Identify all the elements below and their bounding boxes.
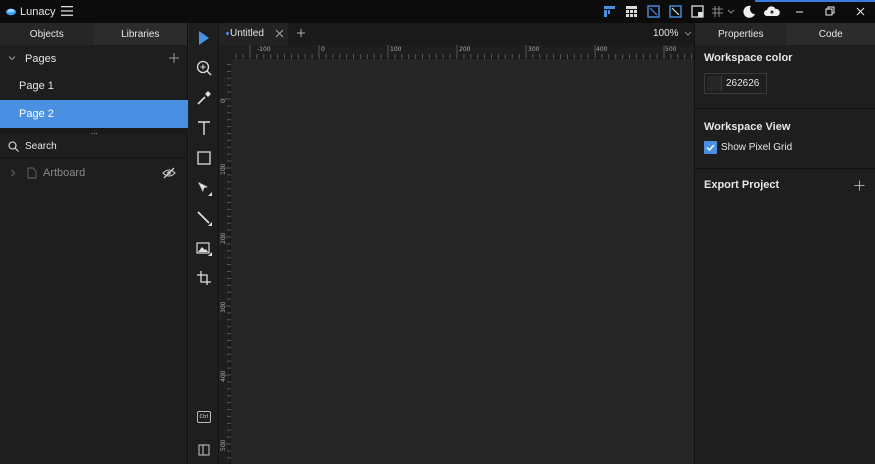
chevron-right-icon[interactable] — [10, 169, 16, 177]
close-window-icon[interactable] — [853, 4, 868, 19]
document-title: Untitled — [230, 28, 264, 39]
vertical-ruler[interactable]: 0 100 200 300 400 500 — [220, 59, 231, 464]
line-tool-icon[interactable] — [195, 209, 213, 227]
horizontal-ruler[interactable]: -100 0 100 200 300 400 500 — [231, 45, 694, 59]
add-tab-icon[interactable] — [296, 28, 306, 38]
zoom-tool-icon[interactable] — [195, 59, 213, 77]
right-panel-tabs: Properties Code — [695, 23, 875, 45]
ruler-label: 400 — [596, 46, 608, 53]
tab-code[interactable]: Code — [786, 23, 875, 45]
zoom-level[interactable]: 100% — [653, 28, 679, 39]
hidden-eye-icon[interactable] — [162, 167, 176, 179]
left-panel-tabs: Objects Libraries — [0, 23, 187, 45]
search-placeholder: Search — [25, 141, 57, 152]
panel-splitter[interactable]: ... — [0, 127, 188, 136]
layout-top-icon[interactable] — [602, 4, 617, 19]
titlebar-accent-line — [755, 0, 875, 2]
lunacy-logo-icon — [6, 8, 16, 15]
page-item-2[interactable]: Page 2 — [0, 100, 188, 128]
pages-title: Pages — [25, 53, 57, 65]
add-page-icon[interactable] — [168, 52, 180, 64]
show-pixel-grid-label[interactable]: Show Pixel Grid — [721, 142, 792, 153]
color-hex-value[interactable]: 262626 — [726, 78, 759, 89]
section-divider — [695, 108, 875, 109]
section-divider — [695, 168, 875, 169]
cloud-icon[interactable] — [763, 4, 781, 19]
theme-moon-icon[interactable] — [742, 4, 757, 19]
ruler-label: 200 — [459, 46, 471, 53]
page-item-1[interactable]: Page 1 — [0, 72, 188, 100]
sidebar-toggle-icon[interactable] — [195, 441, 213, 459]
tab-properties[interactable]: Properties — [695, 23, 787, 45]
unsaved-dot — [226, 32, 229, 35]
export-project-title: Export Project — [704, 179, 780, 191]
document-tab[interactable]: Untitled — [220, 23, 288, 45]
tools-toolbar: Ctrl — [189, 23, 219, 464]
workspace-color-title: Workspace color — [704, 52, 793, 64]
add-export-icon[interactable] — [854, 180, 865, 191]
ruler-label: 300 — [528, 46, 540, 53]
workspace-view-title: Workspace View — [704, 121, 791, 133]
ruler-corner — [220, 45, 231, 59]
frame-icon[interactable] — [646, 4, 661, 19]
ruler-label: 0 — [321, 46, 325, 53]
minimize-icon[interactable] — [792, 4, 807, 19]
vertical-ruler-ticks — [220, 64, 231, 459]
artboard-icon — [27, 167, 37, 179]
design-canvas[interactable] — [232, 60, 694, 464]
close-tab-icon[interactable] — [275, 29, 284, 38]
ruler-label: 100 — [390, 46, 402, 53]
splitter-handle: ... — [91, 127, 98, 136]
frame-alt-icon[interactable] — [668, 4, 683, 19]
right-panel: Properties Code Workspace color 262626 W… — [694, 23, 875, 464]
keyboard-shortcuts-button[interactable]: Ctrl — [197, 411, 211, 423]
pixel-grid-icon[interactable] — [710, 4, 725, 19]
pages-header[interactable]: Pages — [0, 49, 188, 69]
left-panel: Objects Libraries Pages Page 1 Page 2 ..… — [0, 23, 188, 464]
document-tab-bar: Untitled 100% — [220, 23, 694, 45]
ruler-label: -100 — [257, 46, 271, 53]
ruler-label: 200 — [220, 232, 227, 244]
app-name: Lunacy — [20, 5, 56, 18]
chevron-down-icon[interactable] — [684, 31, 692, 37]
app-brand: Lunacy — [6, 4, 55, 19]
eyedropper-tool-icon[interactable] — [195, 89, 213, 107]
workspace-color-field[interactable]: 262626 — [704, 73, 767, 94]
ruler-label: 500 — [665, 46, 677, 53]
pen-tool-icon[interactable] — [195, 179, 213, 197]
show-pixel-grid-checkbox[interactable] — [704, 141, 717, 154]
select-tool-icon[interactable] — [195, 29, 213, 47]
layout-grid-icon[interactable] — [624, 4, 639, 19]
ruler-label: 300 — [220, 301, 227, 313]
layer-row[interactable]: Artboard — [0, 162, 188, 184]
color-swatch[interactable] — [707, 76, 722, 91]
ruler-label: 500 — [220, 439, 227, 451]
layers-search[interactable]: Search — [0, 136, 188, 158]
image-tool-icon[interactable] — [195, 239, 213, 257]
chevron-down-icon[interactable] — [726, 4, 736, 19]
restore-icon[interactable] — [822, 4, 837, 19]
tab-libraries[interactable]: Libraries — [93, 23, 187, 45]
panels-icon[interactable] — [690, 4, 705, 19]
hamburger-menu-icon[interactable] — [60, 5, 74, 17]
ruler-label: 0 — [220, 99, 227, 103]
tab-objects[interactable]: Objects — [0, 23, 94, 45]
ruler-label: 400 — [220, 370, 227, 382]
rectangle-tool-icon[interactable] — [195, 149, 213, 167]
layer-name: Artboard — [43, 167, 86, 179]
title-bar: Lunacy — [0, 0, 875, 23]
text-tool-icon[interactable] — [195, 119, 213, 137]
search-icon — [8, 141, 19, 152]
artboard-tool-icon[interactable] — [195, 269, 213, 287]
chevron-down-icon[interactable] — [8, 54, 16, 62]
ruler-label: 100 — [220, 163, 227, 175]
